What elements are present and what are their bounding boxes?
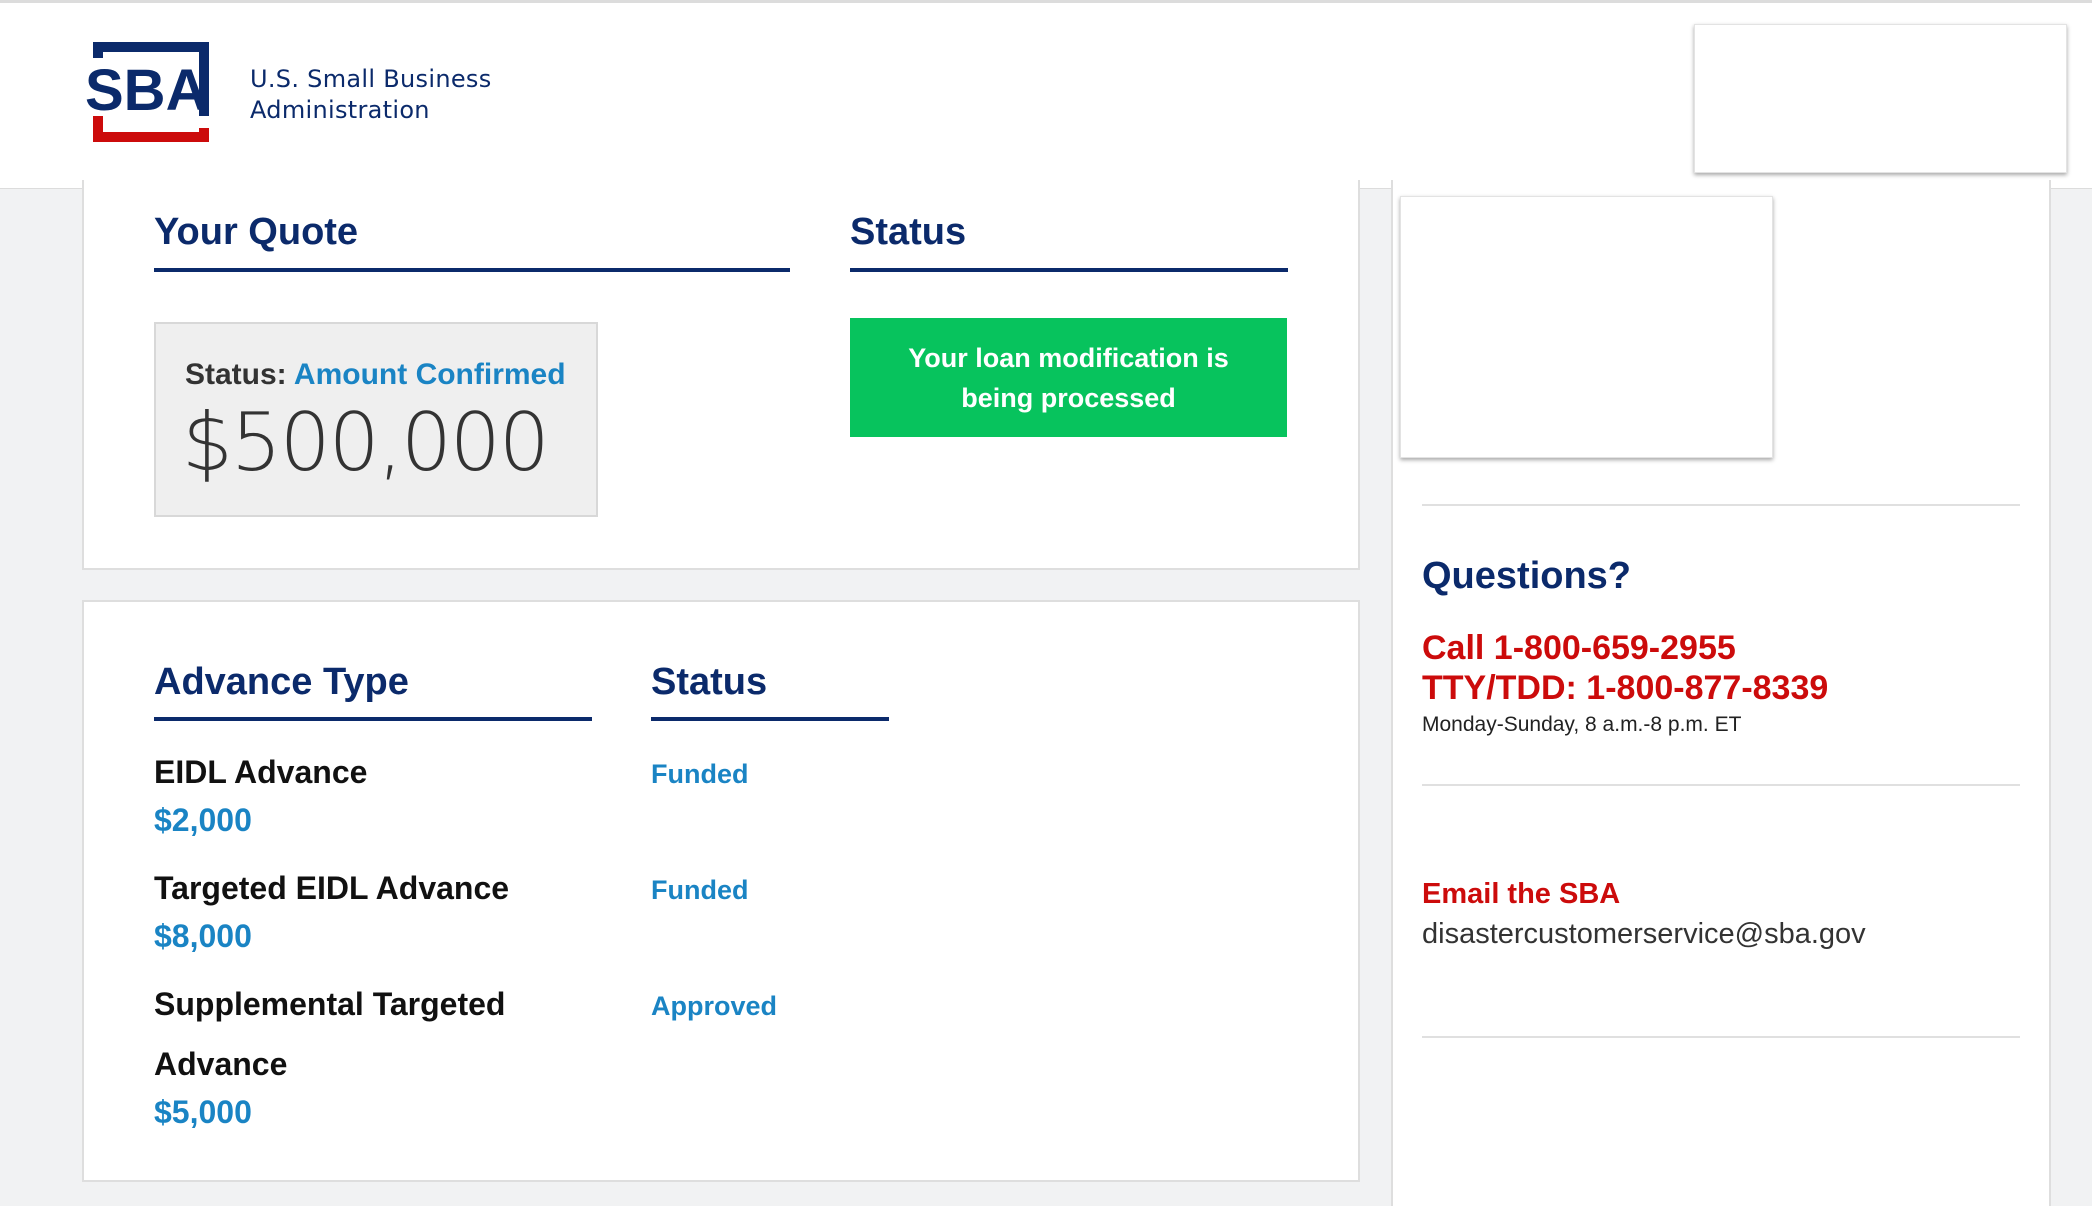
- advance-name-line1: Supplemental Targeted: [154, 986, 506, 1022]
- advance-type-heading: Advance Type: [154, 661, 409, 703]
- agency-name-line2: Administration: [250, 96, 430, 124]
- loan-status-banner: Your loan modification is being processe…: [850, 318, 1287, 437]
- support-hours: Monday-Sunday, 8 a.m.-8 p.m. ET: [1422, 713, 1742, 736]
- call-phone-link[interactable]: Call 1-800-659-2955: [1422, 628, 1828, 668]
- quote-status-label: Status:: [185, 358, 287, 391]
- tty-phone-link[interactable]: TTY/TDD: 1-800-877-8339: [1422, 668, 1828, 708]
- sba-logo[interactable]: SBA: [85, 38, 215, 150]
- sidebar-panel: [1400, 196, 1773, 458]
- email-link[interactable]: disastercustomerservice@sba.gov: [1422, 916, 1866, 952]
- your-quote-heading: Your Quote: [154, 211, 359, 253]
- sidebar-divider: [1422, 784, 2020, 786]
- quote-status-line: Status: Amount Confirmed: [185, 357, 566, 393]
- status-heading: Status: [850, 211, 967, 253]
- agency-name: U.S. Small Business Administration: [250, 64, 492, 126]
- advance-status: Approved: [651, 991, 778, 1021]
- advance-status-heading: Status: [651, 661, 768, 703]
- advance-name: EIDL Advance: [154, 754, 368, 790]
- your-quote-rule: [154, 268, 790, 272]
- email-heading: Email the SBA: [1422, 878, 1621, 910]
- advance-name: Targeted EIDL Advance: [154, 870, 510, 906]
- sidebar-divider: [1422, 504, 2020, 506]
- agency-name-line1: U.S. Small Business: [250, 65, 492, 93]
- questions-heading: Questions?: [1422, 555, 1632, 597]
- header-user-panel: [1694, 24, 2067, 173]
- quote-status-value: Amount Confirmed: [293, 358, 566, 391]
- advance-amount: $5,000: [154, 1094, 252, 1130]
- quote-amount: $500,000: [182, 396, 550, 489]
- advance-amount: $8,000: [154, 918, 252, 954]
- advance-status: Funded: [651, 759, 749, 789]
- phone-contacts: Call 1-800-659-2955 TTY/TDD: 1-800-877-8…: [1422, 628, 1828, 708]
- logo-letters: SBA: [85, 58, 207, 123]
- advance-status-rule: [651, 717, 889, 721]
- status-rule: [850, 268, 1288, 272]
- advance-name-line2: Advance: [154, 1046, 288, 1082]
- advance-amount: $2,000: [154, 802, 252, 838]
- advance-type-rule: [154, 717, 592, 721]
- sidebar-divider: [1422, 1036, 2020, 1038]
- advance-status: Funded: [651, 875, 749, 905]
